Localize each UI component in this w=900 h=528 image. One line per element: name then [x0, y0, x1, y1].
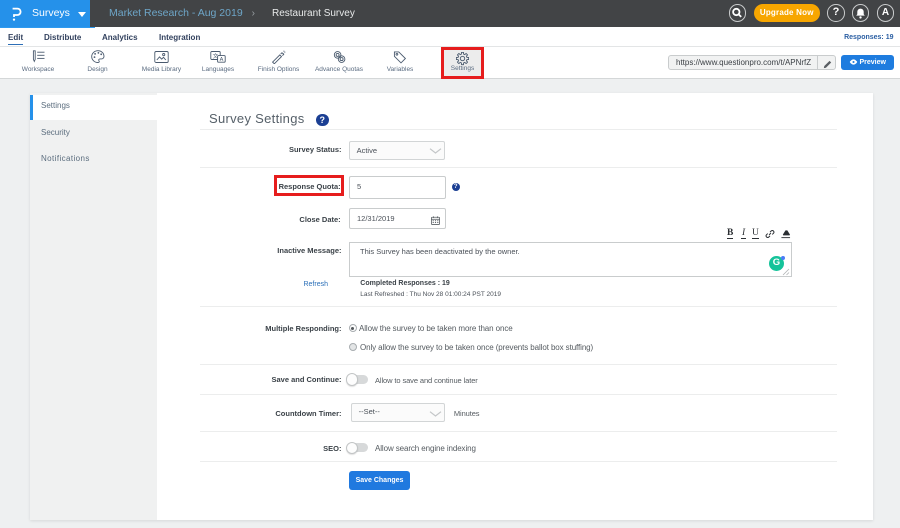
svg-text:A: A [220, 57, 224, 63]
svg-text:文: 文 [213, 52, 219, 60]
